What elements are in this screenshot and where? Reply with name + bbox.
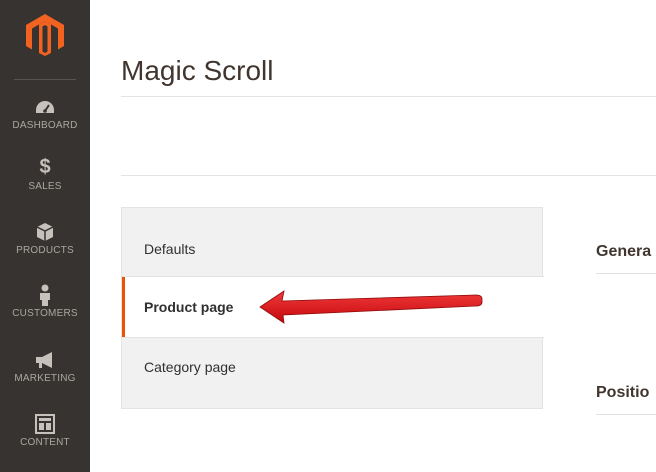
nav-item-marketing[interactable]: MARKETING	[0, 348, 90, 408]
nav-item-dashboard[interactable]: DASHBOARD	[0, 95, 90, 155]
section-heading-position[interactable]: Positio	[596, 384, 656, 402]
page-actions-bar	[121, 96, 656, 176]
section-heading-general[interactable]: Genera	[596, 243, 656, 261]
annotation-arrow-icon	[258, 289, 486, 330]
megaphone-icon	[0, 348, 90, 370]
section-divider	[596, 414, 656, 415]
logo-divider	[14, 79, 76, 80]
nav-label-marketing: MARKETING	[14, 373, 76, 384]
person-icon	[0, 283, 90, 307]
dollar-icon: $	[39, 156, 51, 178]
nav-item-sales[interactable]: $ SALES	[0, 156, 90, 216]
nav-item-products[interactable]: PRODUCTS	[0, 220, 90, 280]
nav-label-customers: CUSTOMERS	[12, 308, 78, 319]
nav-item-content[interactable]: CONTENT	[0, 412, 90, 472]
nav-label-dashboard: DASHBOARD	[12, 120, 78, 131]
layout-icon	[0, 412, 90, 435]
box-icon	[0, 220, 90, 242]
tab-category-page[interactable]: Category page	[122, 337, 544, 409]
tab-product-page-label: Product page	[144, 299, 234, 315]
nav-label-content: CONTENT	[20, 437, 70, 448]
page-title: Magic Scroll	[121, 54, 274, 86]
nav-item-customers[interactable]: CUSTOMERS	[0, 283, 90, 343]
nav-label-sales: SALES	[28, 181, 62, 192]
tab-defaults-label: Defaults	[144, 241, 196, 257]
admin-sidebar: DASHBOARD $ SALES PRODUCTS CUSTOMERS MAR…	[0, 0, 90, 472]
tab-defaults[interactable]: Defaults	[122, 208, 544, 277]
speedometer-icon	[0, 95, 90, 117]
tab-category-page-label: Category page	[144, 359, 236, 375]
section-divider	[596, 273, 656, 274]
magento-logo-icon[interactable]	[26, 14, 64, 56]
nav-label-products: PRODUCTS	[16, 245, 74, 256]
